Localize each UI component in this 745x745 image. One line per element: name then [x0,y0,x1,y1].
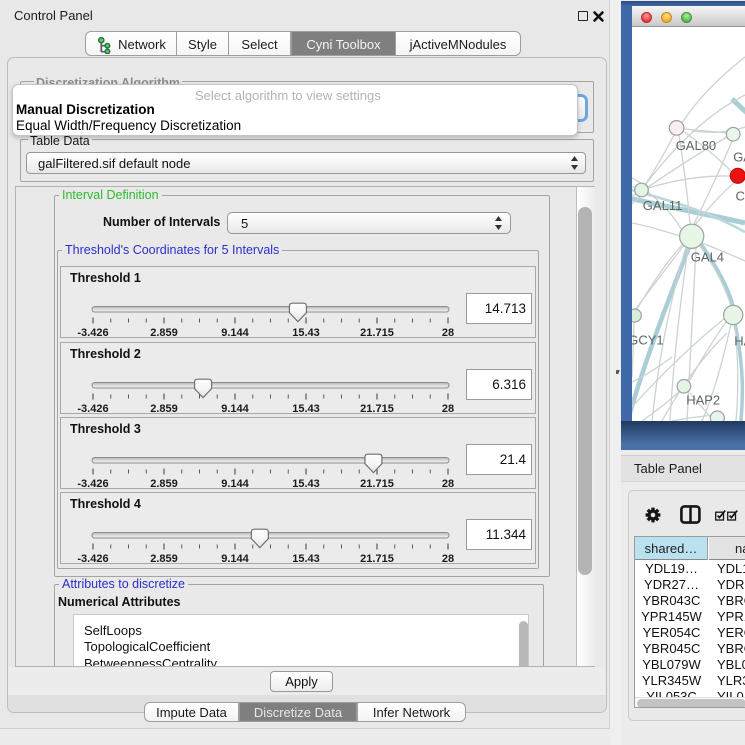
svg-text:2.859: 2.859 [150,478,178,490]
svg-text:HAP2: HAP2 [686,393,720,408]
svg-text:9.144: 9.144 [221,327,249,339]
svg-text:28: 28 [442,553,454,565]
svg-text:2.859: 2.859 [150,553,178,565]
svg-text:9.144: 9.144 [221,403,249,415]
svg-text:15.43: 15.43 [292,478,320,490]
svg-text:21.715: 21.715 [360,478,394,490]
svg-text:GAL11: GAL11 [643,198,683,213]
svg-text:21.715: 21.715 [360,553,394,565]
svg-text:-3.426: -3.426 [77,327,108,339]
svg-text:15.43: 15.43 [292,553,320,565]
svg-text:-3.426: -3.426 [77,403,108,415]
svg-text:GAL4: GAL4 [691,250,724,265]
svg-text:21.715: 21.715 [360,403,394,415]
svg-text:15.43: 15.43 [292,403,320,415]
svg-text:28: 28 [442,478,454,490]
svg-text:2.859: 2.859 [150,327,178,339]
svg-text:-3.426: -3.426 [77,478,108,490]
svg-text:CA: CA [736,189,745,204]
svg-text:15.43: 15.43 [292,327,320,339]
svg-text:9.144: 9.144 [221,553,249,565]
svg-text:HA: HA [734,334,745,349]
svg-text:28: 28 [442,403,454,415]
svg-text:GA: GA [733,150,745,165]
svg-text:GAL80: GAL80 [676,138,716,153]
svg-text:21.715: 21.715 [360,327,394,339]
svg-text:28: 28 [442,327,454,339]
svg-text:-3.426: -3.426 [77,553,108,565]
svg-text:GCY1: GCY1 [632,333,664,348]
svg-text:9.144: 9.144 [221,478,249,490]
svg-text:2.859: 2.859 [150,403,178,415]
